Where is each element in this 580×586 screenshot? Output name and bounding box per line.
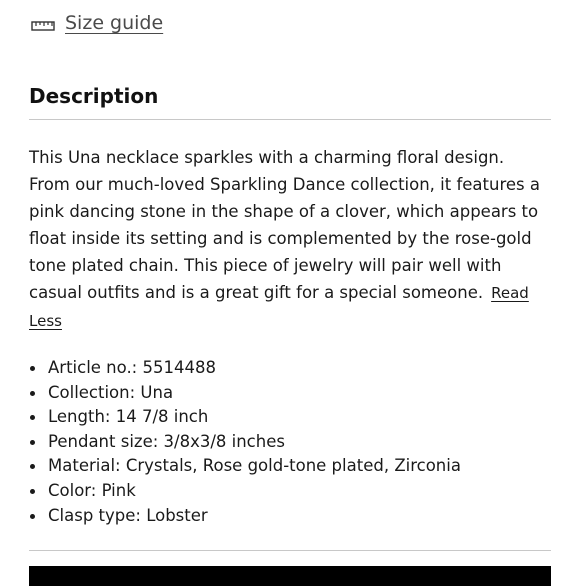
ruler-icon: [31, 17, 55, 31]
spec-color: Color: Pink: [29, 479, 461, 504]
specs-divider: [29, 550, 551, 551]
description-divider: [29, 119, 551, 120]
size-guide-label[interactable]: Size guide: [65, 12, 163, 34]
spec-collection: Collection: Una: [29, 381, 461, 406]
spec-material: Material: Crystals, Rose gold-tone plate…: [29, 454, 461, 479]
description-heading: Description: [29, 84, 159, 108]
description-text: This Una necklace sparkles with a charmi…: [29, 148, 540, 302]
spec-article-number: Article no.: 5514488: [29, 356, 461, 381]
size-guide-link[interactable]: Size guide: [31, 12, 163, 34]
product-specs-list: Article no.: 5514488 Collection: Una Len…: [29, 356, 461, 528]
spec-clasp-type: Clasp type: Lobster: [29, 504, 461, 529]
spec-length: Length: 14 7/8 inch: [29, 405, 461, 430]
description-body: This Una necklace sparkles with a charmi…: [29, 144, 549, 335]
spec-pendant-size: Pendant size: 3/8x3/8 inches: [29, 430, 461, 455]
add-to-bag-button[interactable]: [29, 566, 551, 586]
